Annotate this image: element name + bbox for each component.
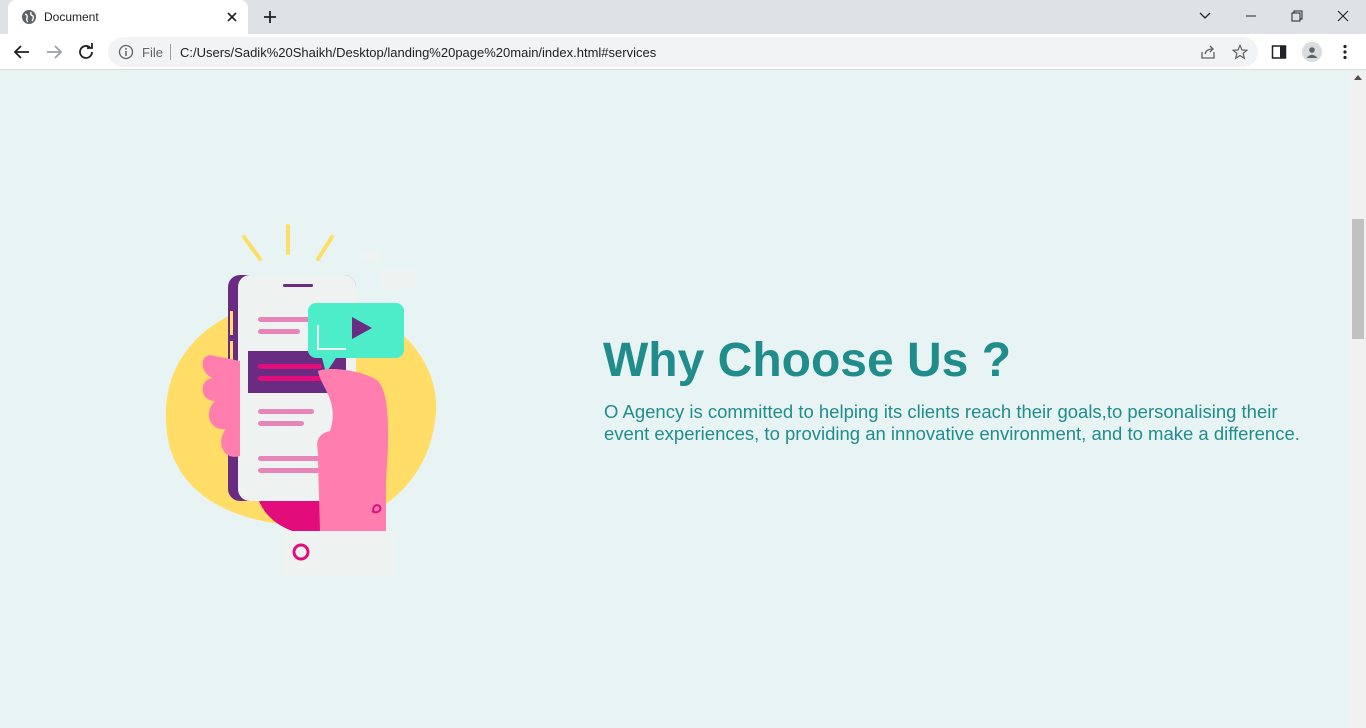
address-scheme: File <box>142 45 163 60</box>
browser-toolbar: File C:/Users/Sadik%20Shaikh/Desktop/lan… <box>0 34 1366 70</box>
back-arrow-icon <box>13 45 29 59</box>
chevron-down-icon <box>1199 12 1211 19</box>
forward-arrow-icon <box>47 45 63 59</box>
url-text[interactable]: C:/Users/Sadik%20Shaikh/Desktop/landing%… <box>180 45 656 60</box>
profile-icon <box>1306 47 1318 58</box>
minimize-button[interactable] <box>1228 0 1274 32</box>
section-heading: Why Choose Us ? <box>603 334 1012 387</box>
profile-button[interactable] <box>1302 42 1322 62</box>
globe-icon <box>22 10 36 24</box>
forward-button[interactable] <box>42 40 66 64</box>
page-viewport: Why Choose Us ? O Agency is committed to… <box>0 71 1350 728</box>
info-icon[interactable] <box>118 44 134 60</box>
reload-icon <box>79 43 93 59</box>
section-paragraph: O Agency is committed to helping its cli… <box>604 401 1300 444</box>
back-button[interactable] <box>10 40 34 64</box>
scrollbar-thumb[interactable] <box>1352 219 1364 339</box>
browser-tab[interactable]: Document <box>8 0 248 34</box>
minimize-icon <box>1246 15 1256 17</box>
reload-button[interactable] <box>74 40 98 64</box>
window-close-button[interactable] <box>1320 0 1366 32</box>
restore-icon <box>1291 10 1303 22</box>
scroll-up-icon[interactable] <box>1354 75 1362 80</box>
phone-illustration <box>165 224 437 577</box>
side-panel-icon <box>1271 45 1287 59</box>
star-icon[interactable] <box>1232 44 1248 60</box>
close-icon[interactable] <box>224 9 240 25</box>
share-icon[interactable] <box>1200 44 1216 60</box>
close-icon <box>1337 10 1349 22</box>
tab-strip: Document <box>0 0 1366 34</box>
side-panel-button[interactable] <box>1270 43 1288 61</box>
vertical-scrollbar[interactable] <box>1350 71 1366 728</box>
address-separator <box>170 44 171 60</box>
kebab-menu-icon <box>1343 44 1347 60</box>
tab-search-button[interactable] <box>1182 0 1228 32</box>
address-bar[interactable]: File C:/Users/Sadik%20Shaikh/Desktop/lan… <box>108 37 1258 67</box>
plus-icon[interactable] <box>260 7 280 27</box>
restore-button[interactable] <box>1274 0 1320 32</box>
browser-menu-button[interactable] <box>1336 43 1354 61</box>
tab-title: Document <box>44 10 99 24</box>
